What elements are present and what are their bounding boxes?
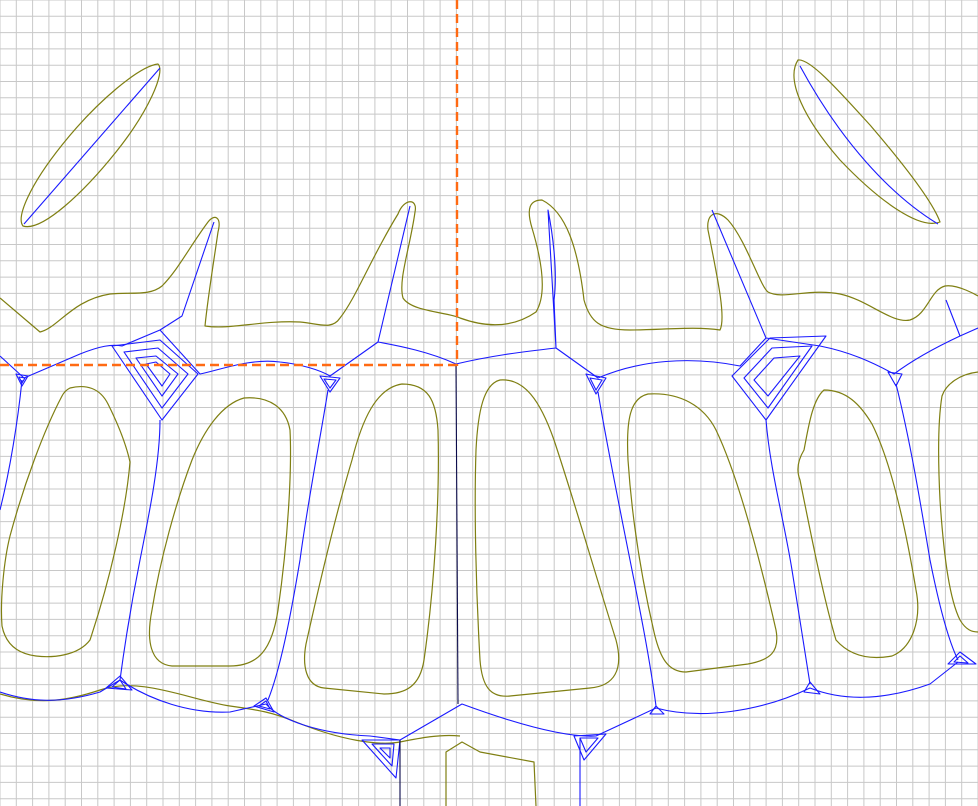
toolpath-vertical-a <box>0 379 23 511</box>
stem-contour <box>445 741 537 806</box>
toolpath-vertical-e <box>765 419 811 685</box>
pocket-triangle-10 <box>803 681 821 695</box>
cad-canvas[interactable] <box>0 0 978 806</box>
pocket-triangle-2 <box>319 375 341 393</box>
pocket-triangle-7 <box>361 739 401 779</box>
pocket-triangle-11 <box>947 651 977 665</box>
cell-contour-2 <box>148 397 292 667</box>
pocket-triangle-5 <box>105 675 133 691</box>
leaf-toolpath-left <box>23 67 161 225</box>
leaf-toolpath-right <box>799 65 939 225</box>
leaf-contour-left <box>20 63 161 228</box>
grid <box>0 0 978 806</box>
pocket-triangle-8 <box>573 733 607 761</box>
pocket-triangle-4 <box>887 371 903 387</box>
leaf-contour-right <box>793 59 941 224</box>
toolpath-vertical-d <box>597 391 657 707</box>
cell-contour-5 <box>626 393 778 673</box>
cell-contour-6 <box>797 389 919 659</box>
toolpath-vertical-b <box>119 419 161 681</box>
cell-contour-3 <box>303 383 439 695</box>
cell-contour-7 <box>938 371 978 633</box>
